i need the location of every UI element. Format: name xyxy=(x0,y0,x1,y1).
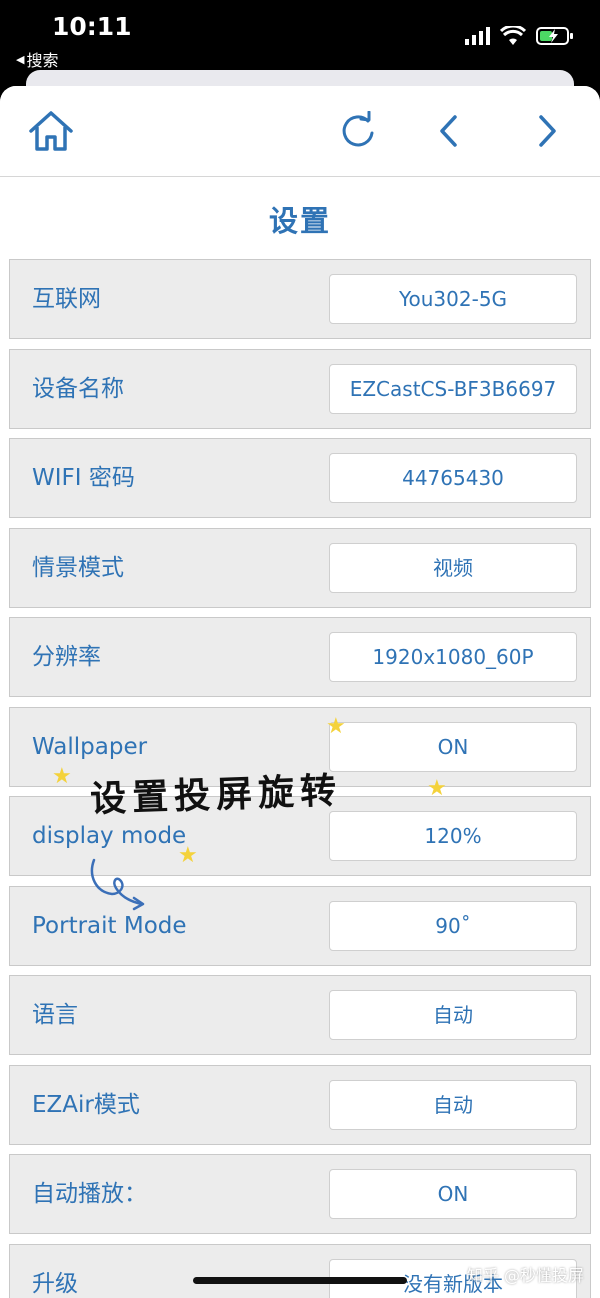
star-icon: ★ xyxy=(326,714,346,739)
settings-row-label: 情景模式 xyxy=(32,554,124,581)
back-triangle-icon: ◀ xyxy=(16,52,25,66)
settings-row-label: WIFI 密码 xyxy=(32,465,135,491)
forward-button[interactable] xyxy=(522,108,572,154)
settings-row[interactable]: 设备名称 EZCastCS-BF3B6697 xyxy=(9,348,591,429)
signal-icon xyxy=(465,27,490,45)
settings-row[interactable]: WIFI 密码 44765430 xyxy=(9,438,591,518)
back-to-app[interactable]: ◀ 搜索 xyxy=(16,47,58,71)
back-app-label: 搜索 xyxy=(26,51,59,70)
back-arrow-icon xyxy=(440,115,457,147)
settings-row[interactable]: 情景模式 视频 xyxy=(9,527,591,608)
wifi-icon xyxy=(500,26,526,45)
status-time: 10:11 xyxy=(52,12,132,41)
home-icon xyxy=(29,111,73,151)
forward-arrow-icon xyxy=(539,115,556,147)
settings-row-label: 互联网 xyxy=(32,286,101,312)
status-bar: 10:11 ◀ 搜索 xyxy=(0,0,600,80)
settings-row[interactable]: 互联网 You302-5G xyxy=(9,259,591,339)
settings-row-value[interactable]: You302-5G xyxy=(329,274,577,324)
star-icon: ★ xyxy=(178,843,198,868)
settings-row-value[interactable]: 90˚ xyxy=(329,900,577,951)
settings-row[interactable]: EZAir模式 自动 xyxy=(9,1064,591,1145)
settings-row-label: 分辨率 xyxy=(32,644,101,670)
settings-row-value[interactable]: 44765430 xyxy=(329,453,577,503)
settings-row-label: 语言 xyxy=(32,1002,78,1028)
settings-row[interactable]: 分辨率 1920x1080_60P xyxy=(9,617,591,697)
refresh-icon xyxy=(342,111,374,147)
heart-arrow-doodle-icon xyxy=(90,858,145,911)
home-indicator xyxy=(193,1277,407,1284)
settings-row-label: EZAir模式 xyxy=(32,1091,140,1118)
settings-row-value[interactable]: 自动 xyxy=(329,1079,577,1130)
settings-row-value[interactable]: 视频 xyxy=(329,542,577,593)
settings-row-value[interactable]: 120% xyxy=(329,811,577,861)
settings-sheet: 设置 互联网 You302-5G 设备名称 EZCastCS-BF3B6697 WIFI… xyxy=(0,86,600,1298)
settings-row-value[interactable]: 自动 xyxy=(329,990,577,1040)
settings-row-value[interactable]: 1920x1080_60P xyxy=(329,632,577,682)
settings-row-label: 设备名称 xyxy=(32,375,124,402)
toolbar xyxy=(0,86,600,177)
settings-row-label: 升级 xyxy=(32,1270,78,1297)
settings-row[interactable]: 语言 自动 xyxy=(9,975,591,1055)
star-icon: ★ xyxy=(427,776,447,801)
battery-charging-icon xyxy=(536,27,573,45)
settings-row[interactable]: 自动播放： ON xyxy=(9,1154,591,1234)
refresh-button[interactable] xyxy=(333,108,383,154)
system-icons xyxy=(464,26,574,46)
back-button[interactable] xyxy=(424,108,474,154)
page-title: 设置 xyxy=(268,204,331,238)
settings-row-value[interactable]: EZCastCS-BF3B6697 xyxy=(329,363,577,414)
star-icon: ★ xyxy=(52,764,72,789)
watermark: 知乎 @秒懂投屏 xyxy=(466,1266,584,1285)
settings-row-value[interactable]: ON xyxy=(329,721,577,772)
home-button[interactable] xyxy=(26,108,76,154)
settings-row-value[interactable]: ON xyxy=(329,1169,577,1219)
annotation-text: 设置投屏旋转 xyxy=(89,770,343,821)
settings-row-label: 自动播放： xyxy=(32,1181,147,1207)
